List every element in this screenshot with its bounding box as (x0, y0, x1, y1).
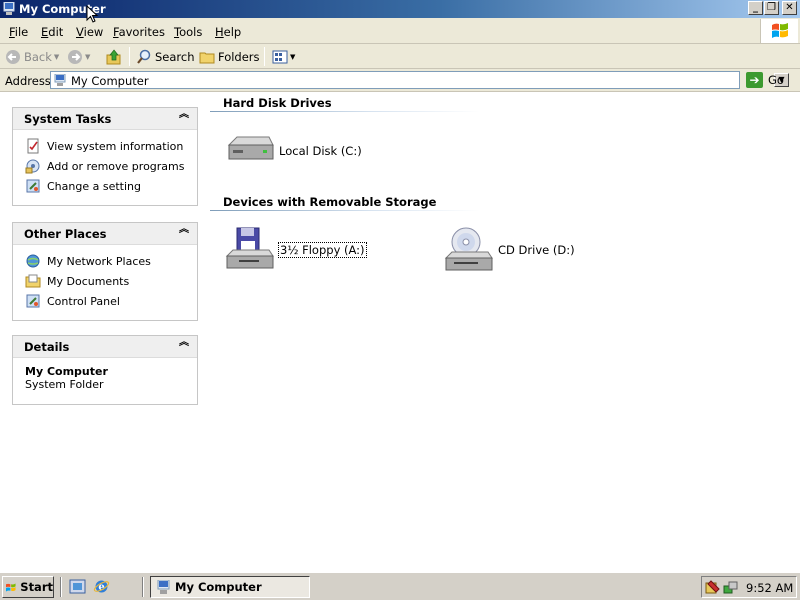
my-computer-icon (3, 2, 15, 15)
drive-label: 3½ Floppy (A:) (278, 242, 367, 258)
taskbar-item-my-computer[interactable]: My Computer (150, 576, 310, 598)
menu-file[interactable]: File (9, 25, 28, 39)
windows-logo (760, 19, 798, 43)
up-folder-button[interactable] (105, 48, 123, 66)
panel-title: System Tasks (24, 112, 112, 126)
back-arrow-icon (6, 50, 20, 64)
place-control-panel[interactable]: Control Panel (25, 291, 197, 311)
views-button[interactable]: ▼ (272, 48, 295, 66)
drive-cd-d[interactable]: CD Drive (D:) (444, 226, 575, 274)
address-bar: Address My Computer ▼ ➔ Go (0, 69, 800, 92)
system-tray: 9:52 AM (701, 576, 797, 598)
up-folder-icon (106, 49, 121, 65)
folder-icon (199, 52, 215, 64)
menu-bar: File Edit View Favorites Tools Help (0, 18, 800, 44)
menu-favorites[interactable]: Favorites (113, 25, 165, 39)
drive-label: CD Drive (D:) (498, 243, 575, 257)
taskbar: Start e My Computer 9:52 AM (0, 572, 800, 600)
my-computer-icon (54, 74, 66, 86)
task-view-system-info[interactable]: View system information (25, 136, 197, 156)
group-title-hard-disks: Hard Disk Drives (223, 96, 332, 110)
tray-network-icon[interactable] (723, 580, 738, 595)
panel-title: Other Places (24, 227, 107, 241)
hard-disk-icon (227, 136, 274, 160)
panel-header[interactable]: Other Places ︽ (13, 223, 197, 245)
network-places-icon (26, 254, 40, 268)
group-title-removable: Devices with Removable Storage (223, 195, 437, 209)
cd-drive-icon (444, 227, 493, 271)
drive-label: Local Disk (C:) (279, 144, 362, 158)
start-button[interactable]: Start (2, 576, 54, 598)
menu-edit[interactable]: Edit (41, 25, 63, 39)
menu-view[interactable]: View (76, 25, 103, 39)
collapse-chevron-icon[interactable]: ︽ (179, 110, 189, 120)
back-dropdown-icon[interactable]: ▼ (54, 53, 59, 61)
other-places-panel: Other Places ︽ My Network Places My Docu… (12, 222, 198, 321)
add-remove-programs-icon (25, 159, 40, 174)
standard-toolbar: Back ▼ ▼ Search Folders ▼ (0, 44, 800, 69)
panel-title: Details (24, 340, 70, 354)
show-desktop-icon[interactable] (69, 578, 86, 595)
place-my-network-places[interactable]: My Network Places (25, 251, 197, 271)
my-documents-icon (25, 274, 41, 288)
drive-local-disk-c[interactable]: Local Disk (C:) (225, 127, 362, 175)
address-input[interactable]: My Computer ▼ (50, 71, 789, 89)
panel-header[interactable]: Details ︽ (13, 336, 197, 358)
menu-tools[interactable]: Tools (174, 25, 202, 39)
system-tasks-panel: System Tasks ︽ View system information A… (12, 107, 198, 206)
task-add-remove-programs[interactable]: Add or remove programs (25, 156, 197, 176)
drive-floppy-a[interactable]: 3½ Floppy (A:) (225, 226, 367, 274)
views-icon (272, 50, 288, 64)
floppy-drive-icon (225, 227, 274, 269)
control-panel-icon (26, 179, 40, 193)
windows-flag-icon (772, 23, 788, 38)
menu-help[interactable]: Help (215, 25, 241, 39)
internet-explorer-icon[interactable]: e (93, 578, 110, 595)
clock[interactable]: 9:52 AM (746, 581, 793, 595)
place-my-documents[interactable]: My Documents (25, 271, 197, 291)
my-computer-icon (157, 579, 170, 594)
details-panel: Details ︽ My Computer System Folder (12, 335, 198, 405)
group-divider (210, 210, 480, 211)
minimize-button[interactable]: _ (748, 1, 763, 15)
details-name: My Computer (25, 365, 108, 378)
group-divider (210, 111, 480, 112)
collapse-chevron-icon[interactable]: ︽ (179, 225, 189, 235)
task-change-setting[interactable]: Change a setting (25, 176, 197, 196)
title-bar[interactable]: My Computer _ ❐ ✕ (0, 0, 800, 18)
go-button[interactable]: ➔ Go (746, 71, 784, 89)
forward-arrow-icon (68, 50, 82, 64)
forward-button[interactable]: ▼ (67, 48, 90, 66)
go-arrow-icon: ➔ (746, 72, 763, 88)
control-panel-icon (26, 294, 40, 308)
forward-dropdown-icon[interactable]: ▼ (85, 53, 90, 61)
views-dropdown-icon: ▼ (290, 53, 296, 61)
main-content: System Tasks ︽ View system information A… (0, 93, 800, 572)
address-label: Address (5, 74, 51, 88)
panel-header[interactable]: System Tasks ︽ (13, 108, 197, 130)
windows-flag-icon (6, 582, 16, 592)
folders-button[interactable]: Folders (199, 48, 260, 66)
search-icon (137, 49, 151, 64)
back-button[interactable]: Back ▼ (5, 48, 59, 66)
mouse-cursor-icon (86, 5, 99, 23)
details-type: System Folder (25, 378, 104, 391)
collapse-chevron-icon[interactable]: ︽ (179, 338, 189, 348)
search-button[interactable]: Search (136, 48, 195, 66)
tray-app-icon[interactable] (705, 580, 720, 595)
close-button[interactable]: ✕ (782, 1, 797, 15)
maximize-button[interactable]: ❐ (764, 1, 779, 15)
system-info-icon (27, 138, 39, 154)
